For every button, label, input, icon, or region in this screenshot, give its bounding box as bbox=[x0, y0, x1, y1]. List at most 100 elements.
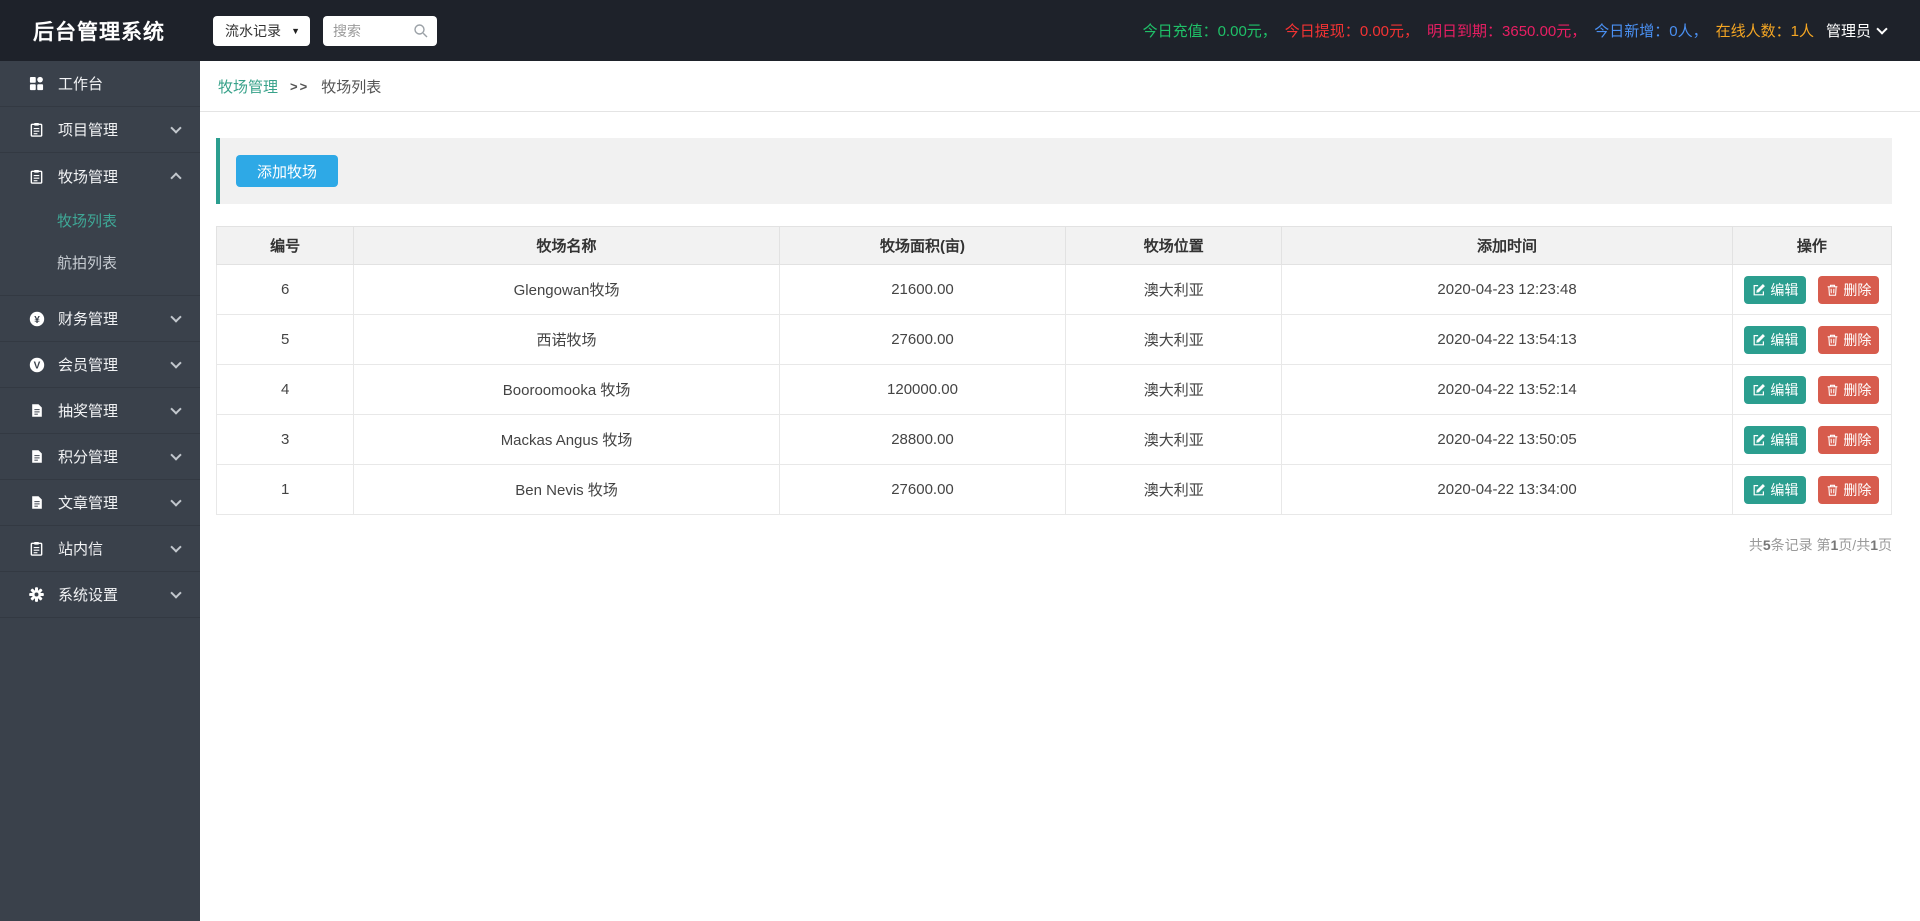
chevron-down-icon bbox=[170, 494, 182, 507]
cell-area: 27600.00 bbox=[778, 464, 1067, 515]
chevron-down-icon bbox=[1876, 22, 1888, 35]
sidebar-item-points[interactable]: 积分管理 bbox=[0, 434, 200, 480]
cell-name: Ben Nevis 牧场 bbox=[353, 464, 780, 515]
cell-id: 5 bbox=[215, 314, 355, 365]
delete-button[interactable]: 删除 bbox=[1818, 475, 1880, 504]
table-row: 1 Ben Nevis 牧场 27600.00 澳大利亚 2020-04-22 … bbox=[215, 464, 1893, 515]
v-circle-icon: V bbox=[28, 357, 45, 373]
cell-name: 西诺牧场 bbox=[353, 314, 780, 365]
header-stats: 今日充值：0.00元， 今日提现：0.00元， 明日到期：3650.00元， 今… bbox=[1135, 20, 1920, 41]
chevron-down-icon bbox=[170, 586, 182, 599]
edit-button[interactable]: 编辑 bbox=[1744, 425, 1807, 454]
cell-area: 28800.00 bbox=[778, 414, 1067, 465]
chevron-down-icon bbox=[170, 121, 182, 134]
sidebar-item-finance[interactable]: ¥ 财务管理 bbox=[0, 296, 200, 342]
delete-button[interactable]: 删除 bbox=[1818, 375, 1880, 404]
gear-icon bbox=[28, 587, 45, 602]
edit-button[interactable]: 编辑 bbox=[1744, 475, 1807, 504]
stat-withdraw-today: 今日提现：0.00元， bbox=[1284, 23, 1420, 40]
ranch-table: 编号 牧场名称 牧场面积(亩) 牧场位置 添加时间 操作 6 Glengowan… bbox=[215, 226, 1893, 515]
cell-id: 4 bbox=[215, 364, 355, 415]
sidebar-item-ranch-list[interactable]: 牧场列表 bbox=[0, 201, 200, 243]
clipboard-icon bbox=[28, 122, 45, 137]
sidebar-item-settings[interactable]: 系统设置 bbox=[0, 572, 200, 618]
breadcrumb: 牧场管理 >> 牧场列表 bbox=[200, 61, 1920, 112]
ranch-submenu: 牧场列表 航拍列表 bbox=[0, 199, 200, 295]
cell-area: 21600.00 bbox=[778, 264, 1067, 315]
dashboard-icon bbox=[28, 76, 45, 91]
edit-icon bbox=[1753, 433, 1766, 445]
add-ranch-button[interactable]: 添加牧场 bbox=[236, 155, 339, 187]
chevron-down-icon bbox=[170, 448, 182, 461]
edit-button[interactable]: 编辑 bbox=[1744, 275, 1807, 304]
document-icon bbox=[28, 495, 45, 510]
col-header-location: 牧场位置 bbox=[1065, 226, 1283, 265]
sidebar-item-members[interactable]: V 会员管理 bbox=[0, 342, 200, 388]
main-content: 牧场管理 >> 牧场列表 添加牧场 编号 牧场名称 牧场面积(亩) 牧场位置 添… bbox=[200, 61, 1920, 921]
stat-due-tomorrow: 明日到期：3650.00元， bbox=[1427, 23, 1587, 40]
clipboard-icon bbox=[28, 541, 45, 556]
sidebar-item-messages[interactable]: 站内信 bbox=[0, 526, 200, 572]
sidebar-item-ranch-management[interactable]: 牧场管理 bbox=[0, 153, 200, 199]
edit-icon bbox=[1753, 283, 1766, 295]
chevron-down-icon bbox=[170, 310, 182, 323]
pagination-summary: 共5条记录 第1页/共1页 bbox=[1748, 537, 1892, 553]
cell-location: 澳大利亚 bbox=[1065, 414, 1283, 465]
app-title: 后台管理系统 bbox=[33, 20, 165, 44]
sidebar-item-workbench[interactable]: 工作台 bbox=[0, 61, 200, 107]
cell-area: 120000.00 bbox=[778, 364, 1067, 415]
cell-id: 6 bbox=[215, 264, 355, 315]
cell-name: Mackas Angus 牧场 bbox=[353, 414, 780, 465]
delete-button[interactable]: 删除 bbox=[1818, 425, 1880, 454]
document-icon bbox=[28, 403, 45, 418]
edit-icon bbox=[1753, 383, 1766, 395]
breadcrumb-section-link[interactable]: 牧场管理 bbox=[218, 76, 278, 97]
cell-location: 澳大利亚 bbox=[1065, 464, 1283, 515]
chevron-down-icon bbox=[170, 540, 182, 553]
table-row: 3 Mackas Angus 牧场 28800.00 澳大利亚 2020-04-… bbox=[215, 414, 1893, 465]
edit-icon bbox=[1753, 483, 1766, 495]
stat-online-users: 在线人数：1人 bbox=[1715, 23, 1814, 40]
cell-id: 3 bbox=[215, 414, 355, 465]
table-row: 5 西诺牧场 27600.00 澳大利亚 2020-04-22 13:54:13… bbox=[215, 314, 1893, 365]
cell-actions: 编辑 删除 bbox=[1731, 464, 1893, 515]
cell-time: 2020-04-22 13:34:00 bbox=[1281, 464, 1733, 515]
cell-id: 1 bbox=[215, 464, 355, 515]
admin-menu[interactable]: 管理员 bbox=[1825, 20, 1888, 41]
cell-area: 27600.00 bbox=[778, 314, 1067, 365]
record-type-select[interactable]: 流水记录 ▼ bbox=[213, 15, 310, 46]
document-icon bbox=[28, 449, 45, 464]
search-input[interactable] bbox=[333, 22, 405, 39]
toolbar-panel: 添加牧场 bbox=[216, 138, 1892, 204]
search-box bbox=[323, 15, 437, 46]
sidebar-item-lottery[interactable]: 抽奖管理 bbox=[0, 388, 200, 434]
cell-actions: 编辑 删除 bbox=[1731, 264, 1893, 315]
col-header-area: 牧场面积(亩) bbox=[778, 226, 1067, 265]
sidebar-group-ranch: 牧场管理 牧场列表 航拍列表 bbox=[0, 153, 200, 296]
sidebar-item-project-management[interactable]: 项目管理 bbox=[0, 107, 200, 153]
cell-time: 2020-04-22 13:50:05 bbox=[1281, 414, 1733, 465]
cell-actions: 编辑 删除 bbox=[1731, 314, 1893, 365]
delete-button[interactable]: 删除 bbox=[1818, 275, 1880, 304]
trash-icon bbox=[1828, 284, 1838, 296]
cell-name: Glengowan牧场 bbox=[353, 264, 780, 315]
chevron-down-icon bbox=[170, 402, 182, 415]
search-icon bbox=[414, 23, 428, 37]
cell-location: 澳大利亚 bbox=[1065, 364, 1283, 415]
top-header: 后台管理系统 流水记录 ▼ 今日充值：0.00元， 今日提现：0.00元， 明日… bbox=[0, 0, 1920, 61]
sidebar-item-aerial-list[interactable]: 航拍列表 bbox=[0, 243, 200, 285]
svg-text:V: V bbox=[33, 360, 40, 371]
cell-time: 2020-04-22 13:54:13 bbox=[1281, 314, 1733, 365]
col-header-id: 编号 bbox=[215, 226, 355, 265]
sidebar-item-articles[interactable]: 文章管理 bbox=[0, 480, 200, 526]
cell-location: 澳大利亚 bbox=[1065, 314, 1283, 365]
edit-button[interactable]: 编辑 bbox=[1744, 375, 1807, 404]
sidebar: 工作台 项目管理 牧场管理 牧场列表 航拍列表 ¥ 财务管理 V 会员管理 抽奖… bbox=[0, 61, 200, 921]
total-pages: 1 bbox=[1870, 537, 1878, 553]
admin-label: 管理员 bbox=[1825, 23, 1871, 40]
svg-text:¥: ¥ bbox=[34, 314, 40, 325]
col-header-name: 牧场名称 bbox=[353, 226, 780, 265]
edit-button[interactable]: 编辑 bbox=[1744, 325, 1807, 354]
delete-button[interactable]: 删除 bbox=[1818, 325, 1880, 354]
breadcrumb-current-page: 牧场列表 bbox=[321, 78, 382, 96]
